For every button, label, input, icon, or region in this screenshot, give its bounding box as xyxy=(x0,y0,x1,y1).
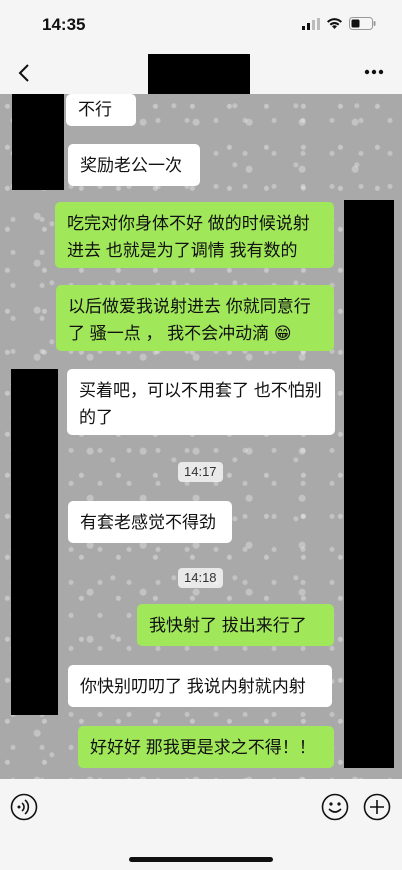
redacted-avatar-right xyxy=(344,200,394,768)
voice-input-icon[interactable] xyxy=(10,793,38,821)
home-indicator xyxy=(129,857,273,862)
message-bubble: 你快别叨叨了 我说内射就内射 xyxy=(68,665,332,707)
redacted-avatar-left-top xyxy=(12,94,64,190)
back-chevron-icon[interactable] xyxy=(14,60,36,86)
status-bar: 14:35 xyxy=(0,0,402,52)
message-bubble: 以后做爱我说射进去 你就同意行了 骚一点 ， 我不会冲动滴 😁 xyxy=(56,285,334,351)
timestamp: 14:18 xyxy=(178,568,223,588)
chat-area[interactable]: 不行 奖励老公一次 吃完对你身体不好 做的时候说射进去 也就是为了调情 我有数的… xyxy=(0,94,402,779)
status-time: 14:35 xyxy=(42,15,86,34)
nav-bar xyxy=(0,52,402,94)
message-bubble: 好好好 那我更是求之不得！！ xyxy=(78,726,334,768)
timestamp: 14:17 xyxy=(178,462,223,482)
wifi-icon xyxy=(327,17,342,29)
message-bubble: 吃完对你身体不好 做的时候说射进去 也就是为了调情 我有数的 xyxy=(55,202,334,268)
plus-icon[interactable] xyxy=(363,793,391,821)
message-bubble: 奖励老公一次 xyxy=(68,144,200,186)
message-bubble: 有套老感觉不得劲 xyxy=(68,501,232,543)
message-bubble: 买着吧，可以不用套了 也不怕别的了 xyxy=(67,369,335,435)
battery-icon xyxy=(349,17,376,30)
redacted-avatar-left xyxy=(11,369,58,715)
input-bar xyxy=(0,779,402,870)
emoji-icon[interactable] xyxy=(321,793,349,821)
message-bubble: 我快射了 拔出来行了 xyxy=(137,604,334,646)
message-bubble: 不行 xyxy=(66,94,136,126)
status-icons xyxy=(302,17,376,30)
more-options-icon[interactable] xyxy=(364,68,384,76)
redacted-contact-name xyxy=(148,54,250,94)
signal-icon xyxy=(302,17,320,30)
